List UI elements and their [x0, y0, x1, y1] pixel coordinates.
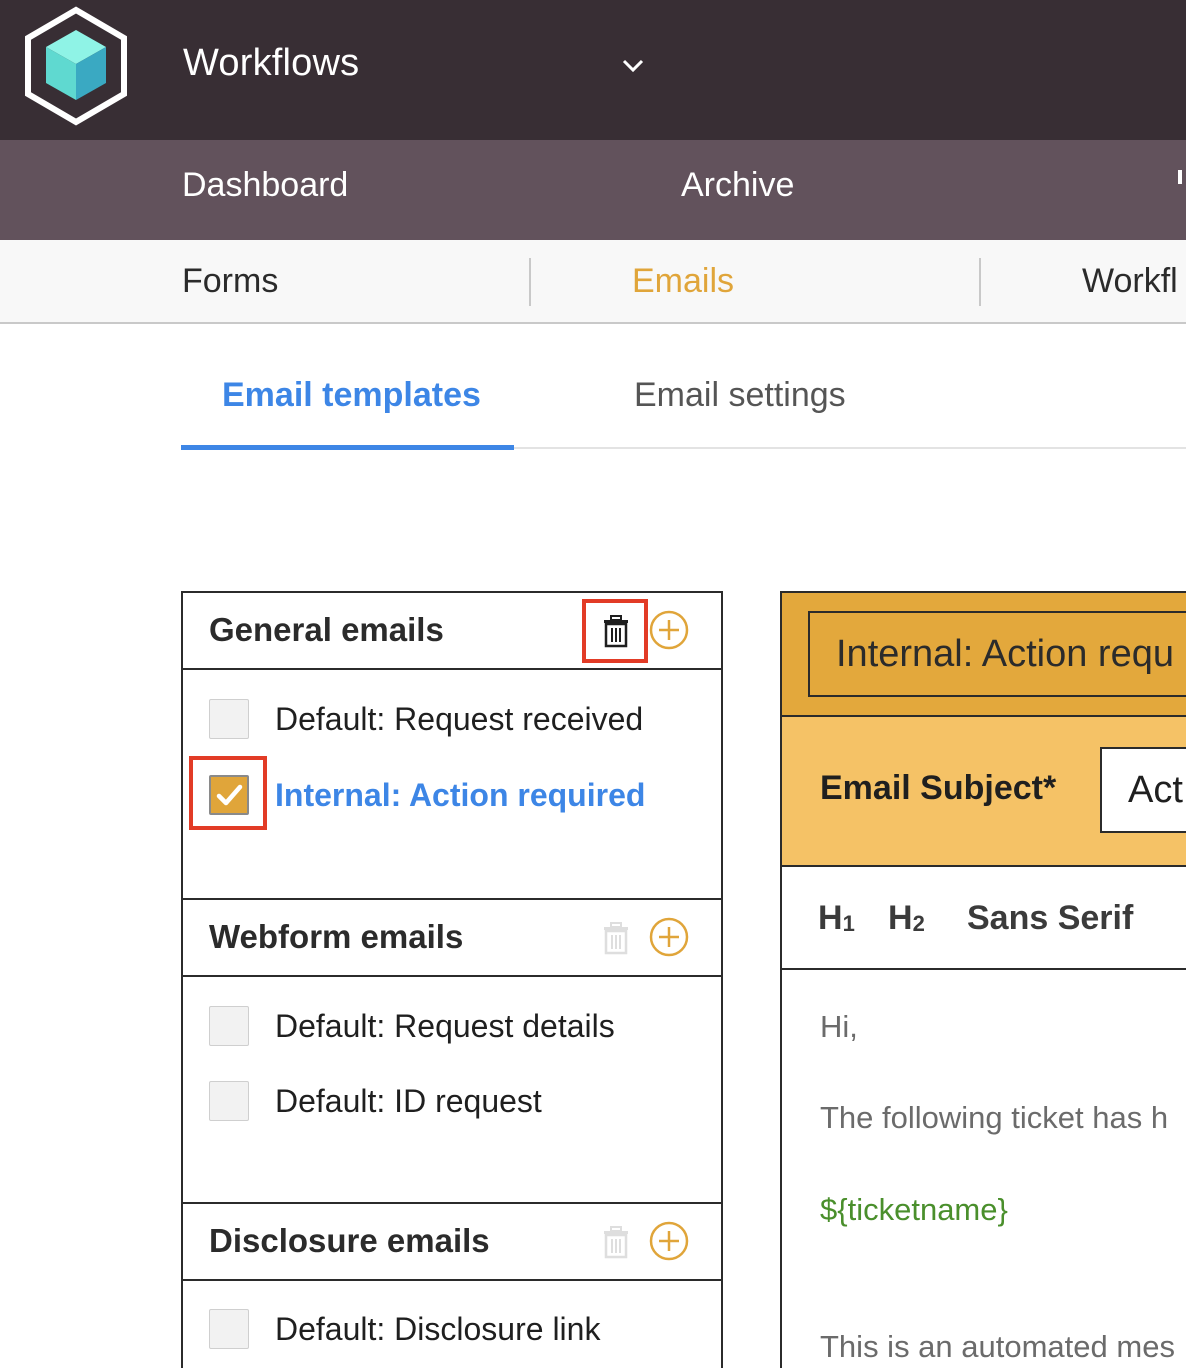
- heading1-button[interactable]: H1: [818, 899, 855, 938]
- subject-input[interactable]: Act: [1100, 747, 1186, 833]
- template-name-field[interactable]: Internal: Action requ: [808, 611, 1186, 697]
- subnav-forms[interactable]: Forms: [182, 262, 278, 301]
- editor-toolbar: H1 H2 Sans Serif: [782, 869, 1186, 970]
- chevron-down-icon[interactable]: [620, 56, 646, 76]
- template-name: Internal: Action requ: [836, 633, 1174, 675]
- section-header-disclosure: Disclosure emails: [183, 1204, 721, 1281]
- heading1-label: H: [818, 899, 843, 937]
- heading2-button[interactable]: H2: [888, 899, 925, 938]
- item-checkbox[interactable]: [209, 699, 249, 739]
- tab-email-settings[interactable]: Email settings: [634, 376, 846, 415]
- item-checkbox[interactable]: [209, 1006, 249, 1046]
- item-label[interactable]: Default: Request received: [275, 701, 643, 738]
- nav-dashboard[interactable]: Dashboard: [182, 166, 348, 205]
- subnav-emails[interactable]: Emails: [632, 262, 734, 301]
- main-nav: Dashboard Archive: [0, 140, 1186, 240]
- subject-value: Act: [1128, 769, 1183, 811]
- section-title: Webform emails: [209, 918, 464, 955]
- item-checkbox[interactable]: [209, 1081, 249, 1121]
- heading1-sub: 1: [842, 911, 855, 936]
- list-item-selected[interactable]: Internal: Action required: [209, 775, 709, 817]
- editor-header: Internal: Action requ: [782, 593, 1186, 717]
- template-editor-panel: Internal: Action requ Email Subject* Act…: [780, 591, 1186, 1368]
- item-label[interactable]: Default: Request details: [275, 1008, 615, 1045]
- tab-email-templates[interactable]: Email templates: [222, 376, 481, 415]
- list-item[interactable]: Default: Request details: [209, 1006, 709, 1048]
- active-tab-indicator: [181, 445, 514, 450]
- item-label[interactable]: Default: ID request: [275, 1083, 542, 1120]
- heading2-label: H: [888, 899, 913, 937]
- trash-icon[interactable]: [601, 1225, 631, 1259]
- item-checkbox[interactable]: [209, 1309, 249, 1349]
- subject-row: Email Subject* Act: [782, 717, 1186, 867]
- app-title[interactable]: Workflows: [183, 42, 359, 85]
- heading2-sub: 2: [912, 911, 925, 936]
- section-header-general: General emails: [183, 593, 721, 670]
- subject-label: Email Subject*: [820, 769, 1057, 807]
- section-title: Disclosure emails: [209, 1222, 490, 1259]
- nav-item-clipped[interactable]: [1178, 170, 1182, 184]
- email-body-line[interactable]: Hi,: [820, 1009, 858, 1045]
- section-title: General emails: [209, 611, 444, 648]
- top-bar: Workflows: [0, 0, 1186, 140]
- list-item[interactable]: Default: Disclosure link: [209, 1309, 709, 1351]
- sub-nav: Forms Emails Workfl: [0, 240, 1186, 324]
- checkbox-highlight-box: [189, 756, 267, 830]
- list-item[interactable]: Default: ID request: [209, 1081, 709, 1123]
- email-body-line[interactable]: The following ticket has h: [820, 1100, 1168, 1136]
- add-circle-icon[interactable]: [649, 1221, 689, 1261]
- cube-hexagon-logo[interactable]: [22, 6, 130, 126]
- trash-icon[interactable]: [601, 921, 631, 955]
- nav-archive[interactable]: Archive: [681, 166, 794, 205]
- email-body-line[interactable]: This is an automated mes: [820, 1329, 1175, 1365]
- add-circle-icon[interactable]: [649, 917, 689, 957]
- item-label[interactable]: Default: Disclosure link: [275, 1311, 600, 1348]
- item-label-active[interactable]: Internal: Action required: [275, 777, 645, 814]
- list-item[interactable]: Default: Request received: [209, 699, 709, 741]
- section-header-webform: Webform emails: [183, 900, 721, 977]
- subnav-workflows[interactable]: Workfl: [1082, 262, 1178, 301]
- font-family-select[interactable]: Sans Serif: [967, 899, 1133, 938]
- add-circle-icon[interactable]: [649, 610, 689, 650]
- delete-highlight-box: [582, 599, 648, 663]
- template-list-panel: General emails Default: Request received…: [181, 591, 723, 1368]
- subnav-divider: [979, 258, 981, 306]
- subnav-divider: [529, 258, 531, 306]
- email-body-variable[interactable]: ${ticketname}: [820, 1192, 1008, 1228]
